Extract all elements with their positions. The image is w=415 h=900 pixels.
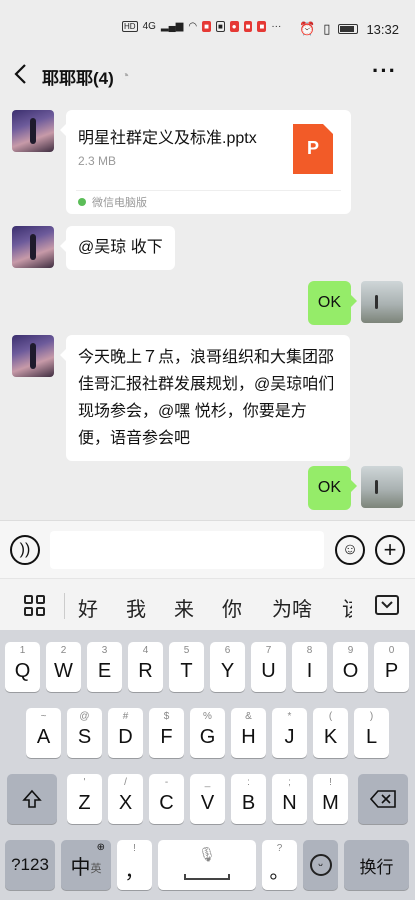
candidate-word[interactable]: 来 (174, 593, 194, 622)
signal-icon: ▂▄▆ (160, 21, 184, 32)
key-e[interactable]: 3E (87, 642, 122, 692)
globe-icon: ⊕ (96, 842, 105, 853)
key-s[interactable]: @ S (67, 708, 102, 758)
key-w[interactable]: 2W (46, 642, 81, 692)
key-p[interactable]: 0P (374, 642, 409, 692)
key-y[interactable]: 6Y (210, 642, 245, 692)
key-o[interactable]: 9O (333, 642, 368, 692)
key-i[interactable]: 8I (292, 642, 327, 692)
plus-button[interactable]: + (375, 535, 405, 565)
file-size: 2.3 MB (78, 154, 117, 168)
wechat-icon (78, 198, 86, 206)
back-icon[interactable] (12, 62, 32, 86)
space-icon (184, 874, 230, 880)
message-bubble[interactable]: 今天晚上７点，浪哥组织和大集团邵佳哥汇报社群发展规划，@吴琼咱们现场参会，@嘿 … (60, 335, 350, 461)
status-left: HD 4G ▂▄▆ ◠ ■ ■ ● ■ ■ ··· (122, 21, 281, 32)
file-name: 明星社群定义及标准.pptx (78, 130, 257, 147)
plus-icon: + (383, 537, 397, 562)
message-bubble[interactable]: OK (307, 281, 358, 325)
voice-button[interactable]: )) (10, 535, 40, 565)
avatar[interactable] (12, 335, 54, 377)
avatar[interactable] (12, 110, 54, 152)
alarm-icon: ⏰ (299, 21, 316, 36)
key-t[interactable]: 5T (169, 642, 204, 692)
key-c[interactable]: -C (149, 774, 184, 824)
app-icon-3: ● (229, 21, 239, 32)
wifi-icon: ◠ (188, 21, 198, 32)
enter-key[interactable]: 换行 (344, 840, 409, 890)
emoji-button[interactable]: ☺ (335, 535, 365, 565)
avatar[interactable] (12, 226, 54, 268)
key-r[interactable]: 4R (128, 642, 163, 692)
network-icon: 4G (142, 21, 156, 32)
file-source: 微信电脑版 (78, 194, 147, 210)
app-icon-1: ■ (202, 21, 211, 32)
key-h[interactable]: & H (231, 708, 266, 758)
key-j[interactable]: * J (272, 708, 307, 758)
avatar[interactable] (361, 281, 403, 323)
clock: 13:32 (366, 21, 399, 37)
vibrate-icon: ▯ (323, 21, 331, 36)
battery-icon (338, 24, 359, 34)
key-v[interactable]: _ V (190, 774, 225, 824)
candidate-bar: 好 我 来 你 为啥 该 (0, 578, 415, 630)
input-bar: )) ☺ + (0, 520, 415, 578)
app-icon-5: ■ (257, 21, 267, 32)
ppt-file-icon: P (293, 124, 333, 174)
key-g[interactable]: % G (190, 708, 225, 758)
key-u[interactable]: 7U (251, 642, 286, 692)
numbers-key[interactable]: ?123 (5, 840, 55, 890)
space-key[interactable]: 🎙 (158, 840, 256, 890)
hd-icon: HD (122, 21, 138, 32)
message-input[interactable] (50, 531, 324, 569)
status-more: ··· (271, 21, 282, 32)
file-message[interactable]: 明星社群定义及标准.pptx 2.3 MB P 微信电脑版 (60, 110, 351, 214)
candidate-word[interactable]: 我 (126, 593, 146, 622)
chat-title: 耶耶耶(4) (42, 69, 114, 88)
backspace-icon (370, 790, 396, 808)
period-key[interactable]: ?。 (262, 840, 297, 890)
ear-icon: ◔ (121, 67, 130, 83)
chat-area[interactable]: 明星社群定义及标准.pptx 2.3 MB P 微信电脑版 @吴琼 收下 OK … (0, 100, 415, 520)
divider (64, 593, 65, 619)
message-bubble[interactable]: @吴琼 收下 (60, 226, 175, 270)
voice-icon: )) (19, 541, 31, 558)
backspace-key[interactable] (358, 774, 408, 824)
emoji-icon: ☺ (341, 541, 359, 558)
key-z[interactable]: ' Z (67, 774, 102, 824)
candidate-word[interactable]: 你 (222, 593, 242, 622)
status-bar: HD 4G ▂▄▆ ◠ ■ ■ ● ■ ■ ··· ⏰ ▯ 13:32 (0, 0, 415, 40)
microphone-icon: 🎙 (198, 846, 216, 862)
avatar[interactable] (361, 466, 403, 508)
key-m[interactable]: ! M (313, 774, 348, 824)
language-switch-key[interactable]: 中英 ⊕ (61, 840, 111, 890)
key-b[interactable]: :B (231, 774, 266, 824)
key-q[interactable]: 1Q (5, 642, 40, 692)
emoji-icon: ᵕ (309, 854, 332, 876)
status-right: ⏰ ▯ 13:32 (299, 21, 399, 37)
shift-key[interactable] (7, 774, 57, 824)
collapse-keyboard-icon[interactable] (375, 595, 399, 615)
app-icon-2: ■ (215, 21, 225, 32)
key-n[interactable]: ; N (272, 774, 307, 824)
app-icon-4: ■ (243, 21, 253, 32)
candidate-word[interactable]: 该 (342, 593, 352, 622)
grid-menu-icon[interactable] (24, 595, 46, 617)
more-menu-button[interactable]: ··· (372, 58, 397, 84)
candidate-word[interactable]: 为啥 (272, 593, 312, 622)
divider (76, 190, 341, 191)
keyboard: 1Q 2W 3E 4R 5T 6Y 7U 8I 9O 0P ~ A @ S # D $… (0, 630, 415, 900)
shift-icon (22, 789, 42, 808)
emoji-key[interactable]: ᵕ (303, 840, 338, 890)
key-x[interactable]: / X (108, 774, 143, 824)
comma-key[interactable]: !， (117, 840, 152, 890)
candidate-word[interactable]: 好 (78, 593, 98, 622)
message-bubble[interactable]: OK (307, 466, 358, 510)
key-l[interactable]: ) L (354, 708, 389, 758)
key-a[interactable]: ~ A (26, 708, 61, 758)
key-f[interactable]: $ F (149, 708, 184, 758)
key-d[interactable]: # D (108, 708, 143, 758)
key-k[interactable]: (K (313, 708, 348, 758)
